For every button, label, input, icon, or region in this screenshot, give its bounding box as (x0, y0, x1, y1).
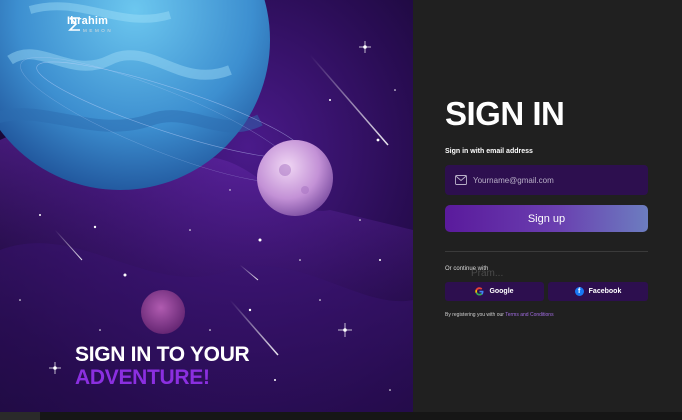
sign-up-button[interactable]: Sign up (445, 205, 648, 232)
email-field[interactable] (445, 165, 648, 195)
sign-in-page: Ibrahim MEMON SIGN IN TO YOUR ADVENTURE!… (0, 0, 682, 420)
facebook-button-label: Facebook (588, 288, 622, 295)
facebook-button[interactable]: f Facebook (548, 282, 648, 301)
email-input[interactable] (473, 175, 633, 185)
mail-icon (455, 175, 467, 185)
divider (445, 251, 648, 252)
terms-text: By registering you with our Terms and Co… (445, 312, 554, 318)
bottom-bar (0, 412, 682, 420)
terms-link[interactable]: Terms and Conditions (505, 312, 553, 318)
google-button-label: Google (489, 288, 514, 295)
hero-tagline-line1: SIGN IN TO YOUR (75, 343, 250, 366)
moon-shape (257, 140, 333, 216)
brand-subname: MEMON (83, 28, 114, 33)
small-moon-shape (141, 290, 185, 334)
brand-logo[interactable]: Ibrahim MEMON (67, 16, 113, 34)
terms-prefix: By registering you with our (445, 312, 504, 318)
hero-illustration-panel: Ibrahim MEMON SIGN IN TO YOUR ADVENTURE! (0, 0, 413, 420)
google-icon (475, 287, 484, 296)
hero-tagline: SIGN IN TO YOUR ADVENTURE! (75, 343, 250, 389)
bottom-chip (0, 412, 40, 420)
planet-shape (0, 0, 270, 190)
google-button[interactable]: Google (445, 282, 544, 301)
page-title: SIGN IN (445, 95, 565, 132)
facebook-icon: f (574, 287, 584, 296)
logo-mark-icon (68, 17, 80, 31)
sign-in-form-panel: SIGN IN Sign in with email address Sign … (413, 0, 682, 420)
ghost-text: Pram... (471, 268, 504, 279)
hero-tagline-line2: ADVENTURE! (75, 366, 210, 389)
email-label: Sign in with email address (445, 148, 533, 155)
